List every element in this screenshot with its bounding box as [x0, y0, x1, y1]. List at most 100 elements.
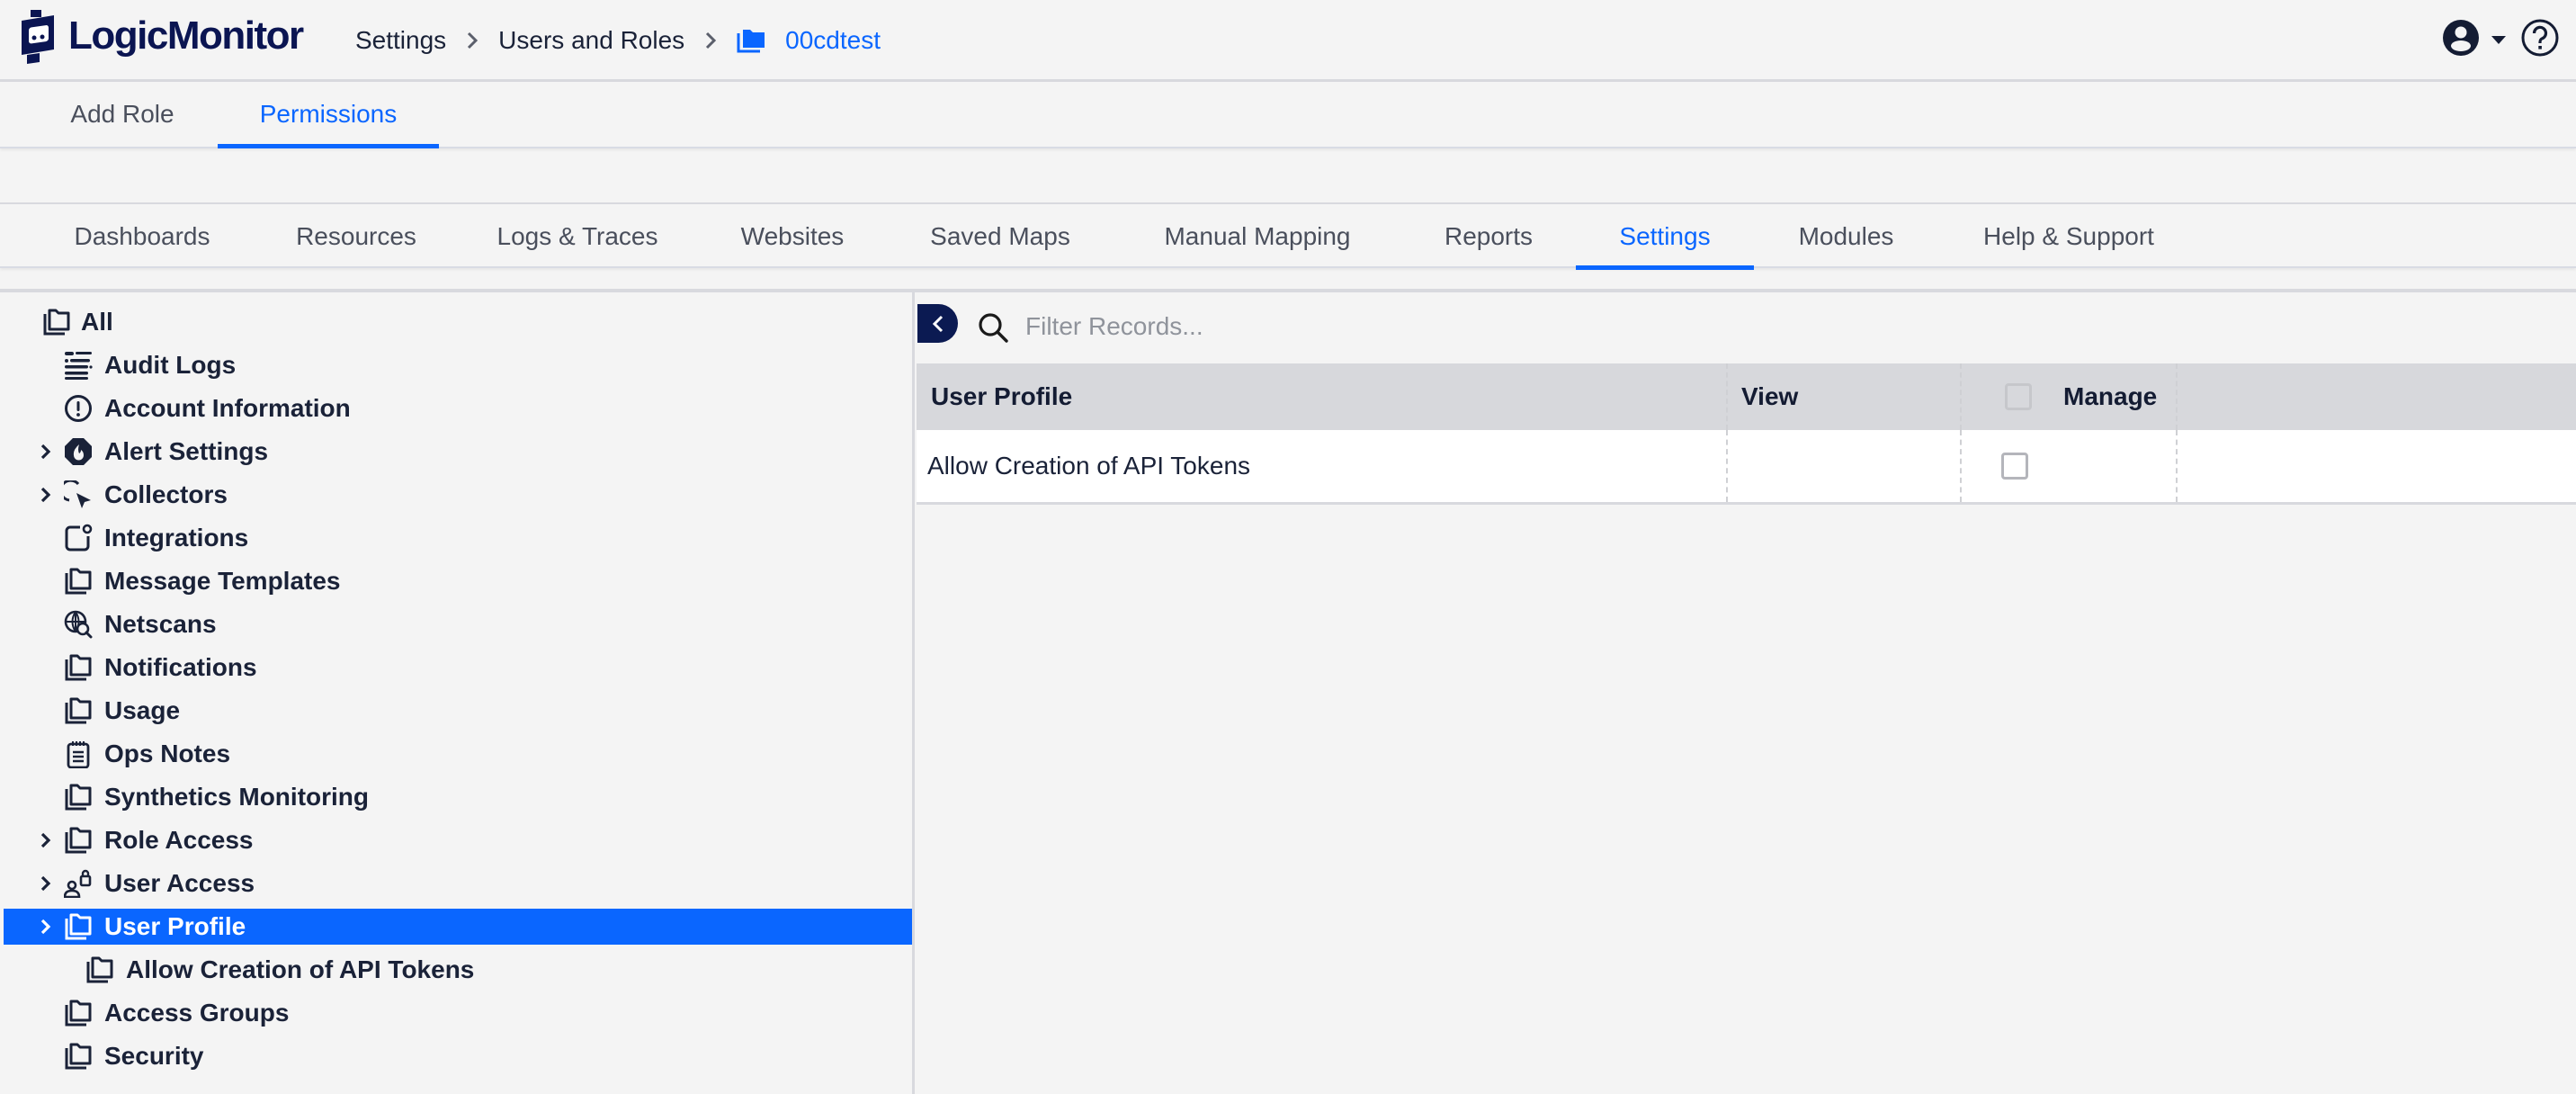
tab-add-role[interactable]: Add Role	[50, 82, 194, 147]
tree-item-label: Allow Creation of API Tokens	[126, 955, 475, 983]
folder-icon	[737, 30, 765, 53]
table-row: Allow Creation of API Tokens	[917, 430, 2576, 505]
tree-item-message-templates[interactable]: Message Templates	[4, 563, 912, 599]
expand-chevron-icon[interactable]	[38, 485, 54, 505]
collapse-tree-button[interactable]	[917, 304, 958, 343]
column-divider	[1960, 363, 1962, 430]
search-icon	[979, 313, 1008, 343]
folder-stack-icon	[41, 307, 72, 337]
tab-modules[interactable]: Modules	[1776, 204, 1916, 268]
tab-resources[interactable]: Resources	[270, 204, 443, 268]
folder-stack-icon	[63, 695, 94, 726]
collector-cursor-icon	[63, 480, 94, 510]
tree-item-label: User Access	[104, 869, 255, 897]
tree-item-label: Notifications	[104, 653, 257, 681]
chevron-left-icon	[932, 315, 943, 332]
tree-item-account-information[interactable]: Account Information	[4, 390, 912, 426]
expand-chevron-icon[interactable]	[38, 874, 54, 893]
breadcrumb-settings[interactable]: Settings	[355, 26, 446, 55]
tree-item-alert-settings[interactable]: Alert Settings	[4, 434, 912, 470]
folder-stack-icon	[63, 825, 94, 856]
integration-icon	[63, 523, 94, 553]
tree-item-label: Role Access	[104, 826, 254, 854]
column-divider	[1726, 363, 1728, 430]
breadcrumb-chevron-icon	[704, 31, 717, 50]
role-subtabs: Add Role Permissions	[0, 82, 2576, 148]
breadcrumb-users-and-roles[interactable]: Users and Roles	[498, 26, 684, 55]
column-header-user-profile: User Profile	[931, 382, 1073, 410]
tab-help-support[interactable]: Help & Support	[1961, 204, 2177, 268]
column-header-view[interactable]: View	[1741, 363, 1798, 430]
tree-item-ops-notes[interactable]: Ops Notes	[4, 736, 912, 772]
tree-item-notifications[interactable]: Notifications	[4, 650, 912, 686]
folder-stack-icon	[63, 652, 94, 683]
tree-item-label: User Profile	[104, 912, 246, 940]
column-divider	[1960, 430, 1962, 502]
audit-log-icon	[63, 350, 94, 381]
notepad-icon	[63, 739, 94, 769]
tree-item-synthetics-monitoring[interactable]: Synthetics Monitoring	[4, 779, 912, 815]
tree-item-all[interactable]: All	[4, 304, 912, 340]
settings-tree: All Audit Logs Account Information Alert Se…	[0, 292, 915, 1094]
expand-chevron-icon[interactable]	[38, 917, 54, 937]
expand-chevron-icon[interactable]	[38, 830, 54, 850]
caret-down-icon[interactable]	[2491, 36, 2506, 44]
filter-records-input[interactable]	[1025, 306, 1655, 347]
tab-logs-traces[interactable]: Logs & Traces	[486, 204, 669, 268]
folder-stack-icon	[63, 911, 94, 942]
tree-item-usage[interactable]: Usage	[4, 693, 912, 729]
column-header-manage[interactable]: Manage	[2063, 363, 2157, 430]
logicmonitor-logo[interactable]: LogicMonitor	[14, 7, 304, 65]
tab-permissions[interactable]: Permissions	[218, 82, 439, 148]
tab-reports[interactable]: Reports	[1421, 204, 1556, 268]
header-actions	[2441, 18, 2560, 62]
permissions-table: User Profile View Manage Allow Creation …	[917, 363, 2576, 505]
tree-item-label: Collectors	[104, 480, 228, 508]
column-divider	[2176, 363, 2178, 430]
folder-stack-icon	[63, 1041, 94, 1072]
tree-item-netscans[interactable]: Netscans	[4, 606, 912, 642]
tree-item-label: Ops Notes	[104, 740, 231, 767]
folder-stack-icon	[85, 955, 115, 985]
permission-category-tabs: Dashboards Resources Logs & Traces Websi…	[0, 202, 2576, 270]
tab-manual-mapping[interactable]: Manual Mapping	[1142, 204, 1373, 268]
folder-stack-icon	[63, 998, 94, 1028]
globe-search-icon	[63, 609, 94, 640]
breadcrumb: Settings Users and Roles 00cdtest	[355, 20, 881, 61]
tree-item-label: Usage	[104, 696, 181, 724]
tab-saved-maps[interactable]: Saved Maps	[908, 204, 1092, 268]
user-lock-icon	[63, 868, 94, 899]
tree-item-security[interactable]: Security	[4, 1038, 912, 1074]
tree-item-role-access[interactable]: Role Access	[4, 822, 912, 858]
manage-select-all-checkbox[interactable]	[2005, 383, 2032, 410]
tab-websites[interactable]: Websites	[720, 204, 865, 268]
info-exclamation-icon	[63, 393, 94, 424]
column-divider	[1726, 430, 1728, 502]
tree-item-audit-logs[interactable]: Audit Logs	[4, 347, 912, 383]
tree-item-label: Audit Logs	[104, 351, 237, 379]
tree-item-label: Security	[104, 1042, 204, 1070]
breadcrumb-current-role: 00cdtest	[785, 26, 881, 54]
tree-item-label: Synthetics Monitoring	[104, 783, 369, 811]
tree-item-user-access[interactable]: User Access	[4, 865, 912, 901]
tree-item-label: Integrations	[104, 524, 249, 551]
tree-item-access-groups[interactable]: Access Groups	[4, 995, 912, 1031]
folder-stack-icon	[63, 782, 94, 812]
folder-stack-icon	[63, 566, 94, 596]
tree-item-collectors[interactable]: Collectors	[4, 477, 912, 513]
tree-item-label: Access Groups	[104, 999, 290, 1027]
manage-cell	[2001, 430, 2028, 502]
help-circle-icon[interactable]	[2520, 18, 2560, 62]
manage-checkbox[interactable]	[2001, 453, 2028, 480]
tab-settings[interactable]: Settings	[1576, 204, 1754, 270]
expand-chevron-icon[interactable]	[38, 442, 54, 462]
tree-item-allow-creation-of-api-tokens[interactable]: Allow Creation of API Tokens	[4, 952, 912, 988]
logo-text: LogicMonitor	[68, 13, 304, 58]
tree-item-user-profile[interactable]: User Profile	[4, 909, 912, 945]
manage-select-all-cell	[2005, 363, 2032, 430]
tab-dashboards[interactable]: Dashboards	[52, 204, 232, 268]
user-circle-icon[interactable]	[2441, 18, 2481, 62]
tree-item-integrations[interactable]: Integrations	[4, 520, 912, 556]
tree-item-label: Alert Settings	[104, 437, 269, 465]
top-header: LogicMonitor Settings Users and Roles 00…	[0, 0, 2576, 82]
